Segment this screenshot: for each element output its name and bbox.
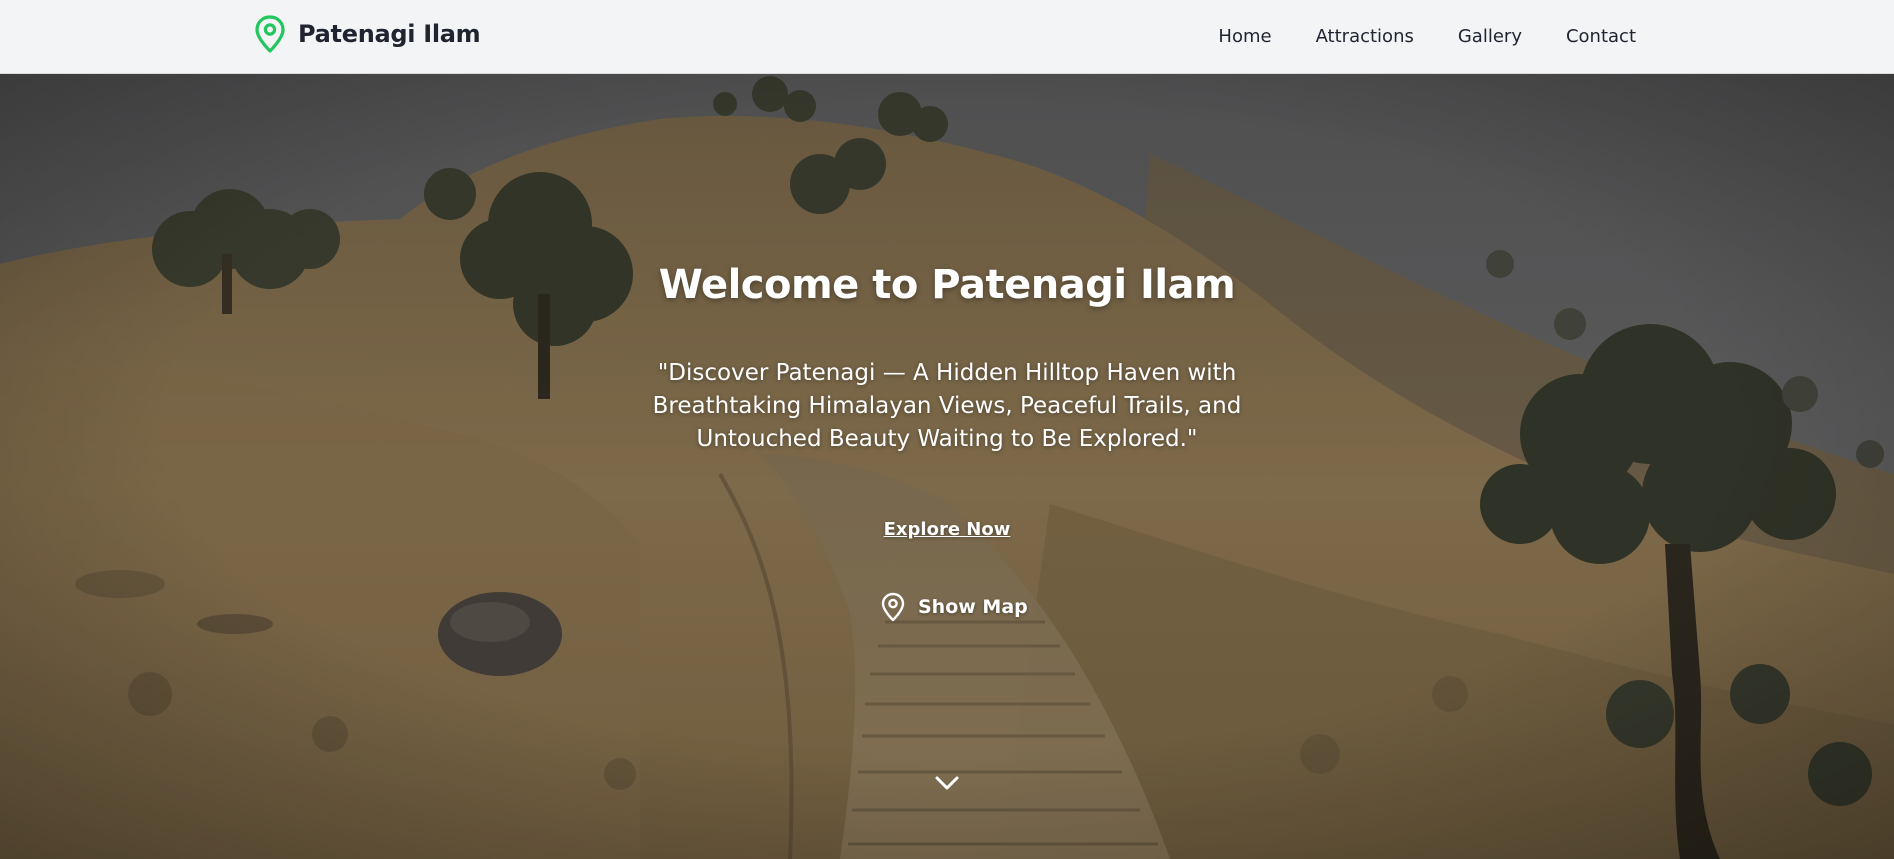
nav-link-attractions[interactable]: Attractions xyxy=(1316,26,1414,47)
nav-link-gallery[interactable]: Gallery xyxy=(1458,26,1522,47)
show-map-button[interactable]: Show Map xyxy=(880,590,1028,624)
nav-link-contact[interactable]: Contact xyxy=(1566,26,1636,47)
chevron-down-icon[interactable] xyxy=(934,774,960,792)
hero-content: Welcome to Patenagi Ilam "Discover Paten… xyxy=(0,74,1894,859)
explore-now-wrapper: Explore Now xyxy=(0,519,1894,540)
hero-tagline: "Discover Patenagi — A Hidden Hilltop Ha… xyxy=(652,360,1242,452)
hero-section: Welcome to Patenagi Ilam "Discover Paten… xyxy=(0,74,1894,859)
site-header: Patenagi Ilam Home Attractions Gallery C… xyxy=(0,0,1894,74)
brand-logo-link[interactable]: Patenagi Ilam xyxy=(252,14,481,54)
map-pin-icon xyxy=(881,592,905,622)
hero-title: Welcome to Patenagi Ilam xyxy=(658,262,1236,308)
main-nav: Home Attractions Gallery Contact xyxy=(1174,0,1636,72)
map-pin-icon xyxy=(255,15,285,53)
explore-now-link[interactable]: Explore Now xyxy=(884,519,1011,540)
nav-link-home[interactable]: Home xyxy=(1218,26,1271,47)
brand-title: Patenagi Ilam xyxy=(298,20,481,48)
show-map-label: Show Map xyxy=(918,596,1028,618)
